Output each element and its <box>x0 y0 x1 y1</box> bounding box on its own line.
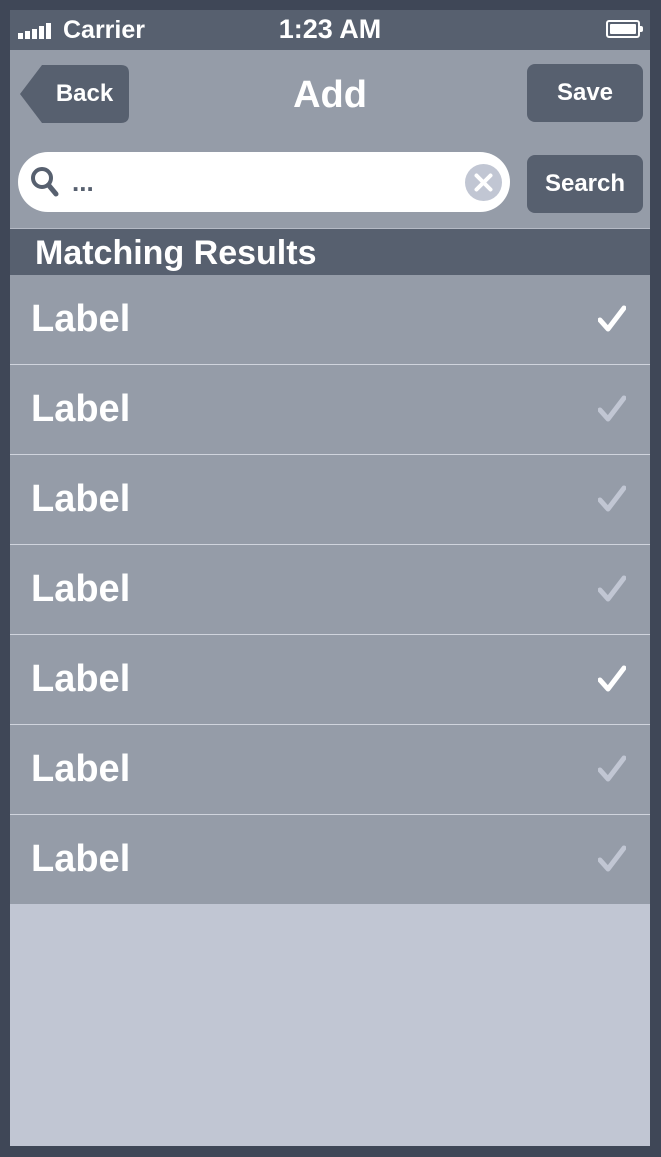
clear-circle-icon[interactable] <box>465 164 502 201</box>
phone-screen: Carrier 1:23 AM Back Add Save ... Search… <box>10 10 650 1146</box>
list-item[interactable]: Label <box>10 455 650 545</box>
list-item[interactable]: Label <box>10 635 650 725</box>
checkmark-icon <box>598 485 626 512</box>
checkmark-icon <box>598 755 626 782</box>
search-button[interactable]: Search <box>527 155 643 213</box>
results-list: Label Label Label Label Label Label Labe… <box>10 275 650 904</box>
checkmark-icon <box>598 395 626 422</box>
search-field[interactable] <box>18 152 510 212</box>
list-item-label: Label <box>31 388 131 430</box>
list-item[interactable]: Label <box>10 545 650 635</box>
list-item-label: Label <box>31 838 131 880</box>
list-item[interactable]: Label <box>10 815 650 904</box>
checkmark-icon <box>598 845 626 872</box>
list-item-label: Label <box>31 658 131 700</box>
section-header: Matching Results <box>10 228 650 276</box>
navigation-bar: Back Add Save Search <box>10 50 650 228</box>
list-item-label: Label <box>31 748 131 790</box>
list-item-label: Label <box>31 478 131 520</box>
status-bar: Carrier 1:23 AM <box>10 10 650 50</box>
checkmark-icon <box>598 665 626 692</box>
search-input[interactable] <box>72 162 452 202</box>
checkmark-icon <box>598 575 626 602</box>
list-item-label: Label <box>31 298 131 340</box>
list-item[interactable]: Label <box>10 365 650 455</box>
status-time: 1:23 AM <box>278 14 382 44</box>
list-item[interactable]: Label <box>10 275 650 365</box>
list-item-label: Label <box>31 568 131 610</box>
save-button[interactable]: Save <box>527 64 643 122</box>
magnifier-icon <box>31 167 59 197</box>
section-title: Matching Results <box>35 234 317 272</box>
list-item[interactable]: Label <box>10 725 650 815</box>
battery-full-icon <box>606 20 643 38</box>
checkmark-icon <box>598 305 626 332</box>
